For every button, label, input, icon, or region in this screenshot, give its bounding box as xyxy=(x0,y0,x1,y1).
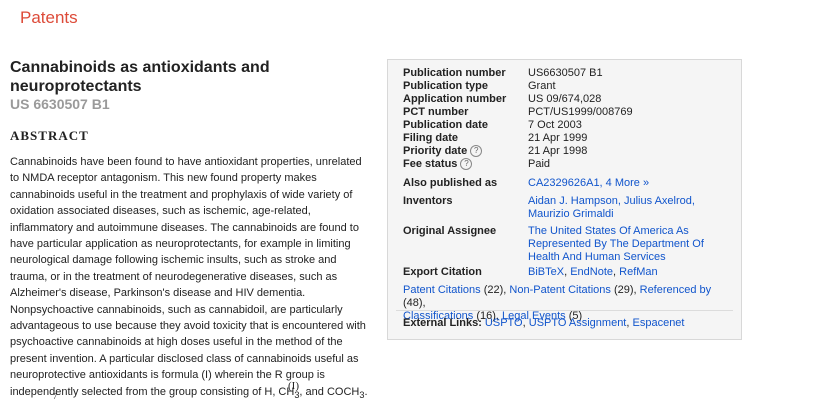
espacenet-link[interactable]: Espacenet xyxy=(633,317,685,329)
label-inventors: Inventors xyxy=(403,195,453,207)
help-icon[interactable]: ? xyxy=(460,158,473,171)
non-patent-citations-count: (29), xyxy=(610,284,640,296)
priority-date-text: Priority date xyxy=(403,145,468,157)
value-publication-type: Grant xyxy=(528,80,556,92)
label-fee-status: Fee status? xyxy=(403,158,523,171)
value-pct-number: PCT/US1999/008769 xyxy=(528,106,633,118)
formula-label: (I) xyxy=(288,380,299,392)
patent-title: Cannabinoids as antioxidants and neuropr… xyxy=(10,59,270,95)
value-publication-number: US6630507 B1 xyxy=(528,67,603,79)
value-priority-date: 21 Apr 1998 xyxy=(528,145,588,157)
fee-status-text: Fee status xyxy=(403,158,458,170)
divider xyxy=(396,310,733,311)
patents-logo[interactable]: Patents xyxy=(20,8,78,28)
external-links-label: External Links: xyxy=(403,317,482,329)
value-publication-date: 7 Oct 2003 xyxy=(528,119,582,131)
label-export-citation: Export Citation xyxy=(403,266,482,278)
uspto-link[interactable]: USPTO xyxy=(485,317,523,329)
abstract-end: . xyxy=(364,385,368,398)
label-publication-type: Publication type xyxy=(403,80,488,92)
label-publication-number: Publication number xyxy=(403,67,506,79)
also-published-link[interactable]: CA2329626A1, 4 More » xyxy=(528,177,649,189)
patent-citations-count: (22), xyxy=(480,284,510,296)
assignee-link[interactable]: The United States Of America As Represen… xyxy=(528,225,704,263)
uspto-assignment-link[interactable]: USPTO Assignment xyxy=(529,317,627,329)
export-bibtex-link[interactable]: BiBTeX xyxy=(528,266,564,278)
label-filing-date: Filing date xyxy=(403,132,458,144)
label-priority-date: Priority date? xyxy=(403,145,523,158)
label-application-number: Application number xyxy=(403,93,507,105)
export-endnote-link[interactable]: EndNote xyxy=(570,266,613,278)
abstract-main: Cannabinoids have been found to have ant… xyxy=(10,156,366,398)
abstract-mid: , and COCH xyxy=(299,385,360,398)
abstract-heading: ABSTRACT xyxy=(10,128,89,143)
value-application-number: US 09/674,028 xyxy=(528,93,602,105)
referenced-by-link[interactable]: Referenced by xyxy=(640,284,712,296)
patent-details-panel: Publication number US6630507 B1 Publicat… xyxy=(387,59,742,340)
external-links: External Links: USPTO, USPTO Assignment,… xyxy=(403,317,733,330)
patent-citations-link[interactable]: Patent Citations xyxy=(403,284,481,296)
referenced-by-count: (48), xyxy=(403,297,426,309)
export-refman-link[interactable]: RefMan xyxy=(619,266,658,278)
patent-number: US 6630507 B1 xyxy=(10,96,110,112)
label-pct-number: PCT number xyxy=(403,106,469,118)
abstract-text: Cannabinoids have been found to have ant… xyxy=(10,154,372,403)
label-original-assignee: Original Assignee xyxy=(403,225,497,237)
non-patent-citations-link[interactable]: Non-Patent Citations xyxy=(509,284,611,296)
label-also-published: Also published as xyxy=(403,177,498,189)
help-icon[interactable]: ? xyxy=(470,145,483,158)
label-publication-date: Publication date xyxy=(403,119,488,131)
value-filing-date: 21 Apr 1999 xyxy=(528,132,588,144)
value-fee-status: Paid xyxy=(528,158,551,170)
inventors-link[interactable]: Aidan J. Hampson, Julius Axelrod, Mauriz… xyxy=(528,195,695,220)
